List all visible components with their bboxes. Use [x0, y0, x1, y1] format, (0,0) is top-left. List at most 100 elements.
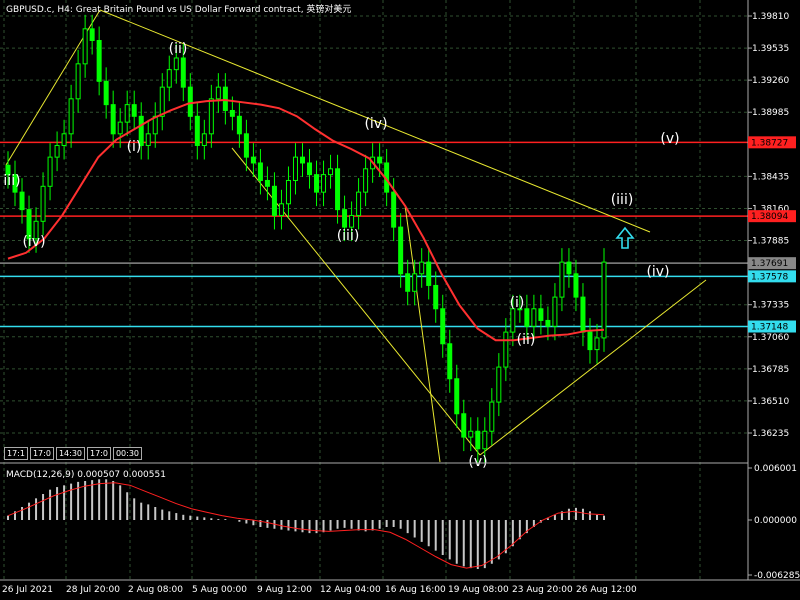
- candle-body: [215, 86, 221, 100]
- trade-panel-cell[interactable]: 17:0: [29, 447, 54, 460]
- candle-body: [496, 366, 502, 403]
- candle-body: [538, 308, 544, 321]
- price-label: 1.38435: [752, 172, 789, 182]
- candle-body: [391, 191, 397, 228]
- time-label: 26 Aug 12:00: [576, 585, 637, 595]
- wave-label: (i): [127, 139, 142, 155]
- macd-histogram: [7, 479, 605, 570]
- candle-body: [356, 191, 362, 216]
- candle-body: [559, 261, 565, 298]
- price-label: 1.37335: [752, 301, 789, 311]
- candle-body: [299, 156, 305, 164]
- price-label: 1.39810: [752, 12, 789, 22]
- candle-body: [426, 261, 432, 286]
- candle-body: [68, 98, 74, 135]
- one-click-trading-panel[interactable]: 17:1 17:0 14:30 17:0 00:30: [4, 447, 143, 460]
- price-label: 1.36510: [752, 397, 789, 407]
- level-price: 1.37578: [751, 272, 788, 282]
- candle-body: [412, 273, 418, 292]
- candle-body: [601, 261, 607, 339]
- wave-label: (ii): [169, 41, 188, 57]
- candle-body: [96, 39, 102, 82]
- candle-body: [61, 133, 67, 146]
- macd-label: 0.000000: [754, 516, 797, 526]
- price-label: 1.36235: [752, 429, 789, 439]
- candle-body: [236, 115, 242, 135]
- time-label: 2 Aug 08:00: [128, 585, 183, 595]
- candle-body: [314, 174, 320, 193]
- candle-body: [363, 168, 369, 193]
- candle-body: [285, 179, 291, 205]
- time-label: 12 Aug 04:00: [320, 585, 381, 595]
- candle-body: [47, 156, 53, 187]
- candle-body: [489, 401, 495, 432]
- candle-body: [75, 63, 81, 100]
- candle-body: [166, 69, 172, 88]
- candle-body: [278, 203, 284, 216]
- wave-label: (i): [510, 295, 525, 311]
- chart-title: GBPUSD.c, H4: Great Britain Pound vs US …: [6, 5, 352, 15]
- candle-body: [447, 343, 453, 380]
- wave-label: (iii): [337, 228, 360, 244]
- candle-body: [594, 337, 600, 351]
- candle-body: [307, 162, 313, 176]
- trade-panel-cell[interactable]: 17:1: [4, 447, 28, 460]
- candle-body: [545, 319, 551, 327]
- candle-body: [321, 174, 327, 193]
- wave-label: (ii): [517, 332, 536, 348]
- wave-label: (v): [468, 454, 487, 470]
- trade-panel-cell[interactable]: 00:30: [112, 447, 143, 460]
- wave-label: (iv): [364, 116, 387, 132]
- price-label: 1.39260: [752, 76, 789, 86]
- candle-body: [187, 86, 193, 117]
- time-label: 5 Aug 00:00: [192, 585, 247, 595]
- candle-body: [173, 57, 179, 71]
- candle-body: [440, 308, 446, 345]
- macd-label: 0.006001: [754, 464, 797, 474]
- level-price: 1.38094: [751, 212, 788, 222]
- trade-panel-cell[interactable]: 17:0: [87, 447, 111, 460]
- trade-panel-cell[interactable]: 14:30: [55, 447, 85, 460]
- candle-body: [229, 109, 235, 117]
- candle-body: [552, 296, 558, 327]
- time-label: 19 Aug 08:00: [448, 585, 509, 595]
- candle-body: [271, 185, 277, 216]
- candle-body: [19, 191, 25, 211]
- candle-body: [54, 144, 60, 158]
- candle-body: [377, 156, 383, 164]
- candle-body: [342, 209, 348, 228]
- wave-label: (iii): [611, 192, 634, 208]
- candle-body: [40, 185, 46, 222]
- candle-body: [145, 133, 151, 146]
- candle-body: [180, 57, 186, 88]
- candle-body: [587, 331, 593, 351]
- candle-body: [454, 378, 460, 415]
- candle-body: [461, 413, 467, 438]
- candle-body: [201, 133, 207, 146]
- price-label: 1.39535: [752, 44, 789, 54]
- candle-body: [222, 86, 228, 111]
- candle-body: [580, 296, 586, 333]
- candle-body: [124, 104, 130, 123]
- wave-label: (v): [660, 131, 679, 147]
- candle-body: [433, 284, 439, 310]
- wave-label: iii): [3, 173, 20, 189]
- time-label: 16 Aug 16:00: [385, 585, 446, 595]
- price-label: 1.36785: [752, 365, 789, 375]
- wave-label: (iv): [646, 264, 669, 280]
- candle-body: [131, 104, 137, 117]
- candle-body: [475, 430, 481, 450]
- candle-body: [405, 273, 411, 292]
- chart-canvas[interactable]: (ii) (i) iii) (iv) (iii) (iv) (v) (i) (ii) (iii) (…: [0, 0, 800, 600]
- candle-body: [264, 179, 270, 187]
- level-price: 1.38727: [751, 138, 788, 148]
- candle-body: [292, 156, 298, 181]
- macd-title: MACD(12,26,9) 0.000507 0.000551: [6, 470, 166, 480]
- candle-body: [398, 226, 404, 275]
- price-candles: [5, 14, 607, 463]
- time-label: 28 Jul 20:00: [66, 585, 120, 595]
- chart-window[interactable]: (ii) (i) iii) (iv) (iii) (iv) (v) (i) (ii) (iii) (…: [0, 0, 800, 600]
- candle-body: [243, 133, 249, 158]
- price-label: 1.38985: [752, 108, 789, 118]
- time-label: 9 Aug 12:00: [257, 585, 312, 595]
